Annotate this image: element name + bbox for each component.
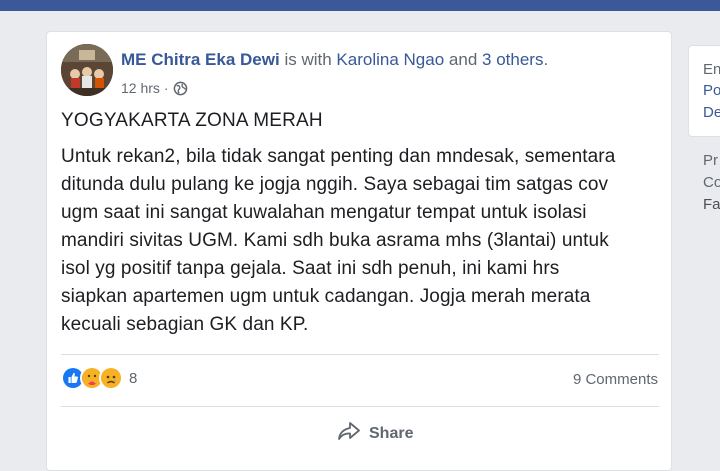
tagged-person-link[interactable]: Karolina Ngao (336, 50, 444, 69)
body-line: kecuali sebagian GK dan KP. (61, 314, 309, 335)
right-footer-text[interactable]: Co (703, 174, 720, 191)
divider (61, 406, 659, 407)
body-line: ugm saat ini sangat kuwalahan mengatur t… (61, 202, 587, 223)
others-link[interactable]: 3 others (482, 50, 543, 69)
author-name[interactable]: ME Chitra Eka Dewi (121, 50, 280, 69)
right-footer-text[interactable]: Fa (703, 196, 720, 213)
and-text: and (448, 50, 478, 69)
post-body: Untuk rekan2, bila tidak sangat penting … (61, 143, 661, 339)
body-line: siapkan apartemen ugm untuk cadangan. Jo… (61, 286, 591, 307)
share-label: Share (369, 424, 414, 442)
right-card-link[interactable]: De (703, 104, 720, 121)
body-line: isol yg positif tanpa gejala. Saat ini s… (61, 258, 560, 279)
right-card-text: En (703, 61, 720, 78)
comments-count-link[interactable]: 9 Comments (573, 371, 658, 388)
reactions-summary[interactable]: 8 (61, 366, 137, 390)
sad-icon (99, 366, 123, 390)
globe-icon[interactable] (173, 81, 188, 96)
post-meta: 12 hrs · (121, 80, 188, 96)
post-title: YOGYAKARTA ZONA MERAH (61, 110, 323, 131)
body-line: mandiri sivitas UGM. Kami sdh buka asram… (61, 230, 609, 251)
period-text: . (543, 50, 549, 69)
reaction-count[interactable]: 8 (129, 370, 137, 387)
timestamp[interactable]: 12 hrs (121, 80, 160, 96)
post-header: ME Chitra Eka Dewi is with Karolina Ngao… (121, 50, 548, 70)
divider (61, 354, 659, 355)
top-nav-bar (0, 0, 720, 11)
separator: · (163, 80, 169, 96)
right-footer-text[interactable]: Pr (703, 152, 718, 169)
share-icon (337, 421, 361, 446)
right-card-link[interactable]: Po (703, 82, 720, 99)
avatar[interactable] (61, 44, 113, 96)
share-button[interactable]: Share (337, 421, 413, 446)
body-line: Untuk rekan2, bila tidak sangat penting … (61, 146, 616, 167)
avatar-photo (61, 44, 113, 96)
with-text: is with (284, 50, 332, 69)
body-line: ditunda dulu pulang ke jogja nggih. Saya… (61, 174, 609, 195)
post-card: ME Chitra Eka Dewi is with Karolina Ngao… (46, 31, 672, 471)
